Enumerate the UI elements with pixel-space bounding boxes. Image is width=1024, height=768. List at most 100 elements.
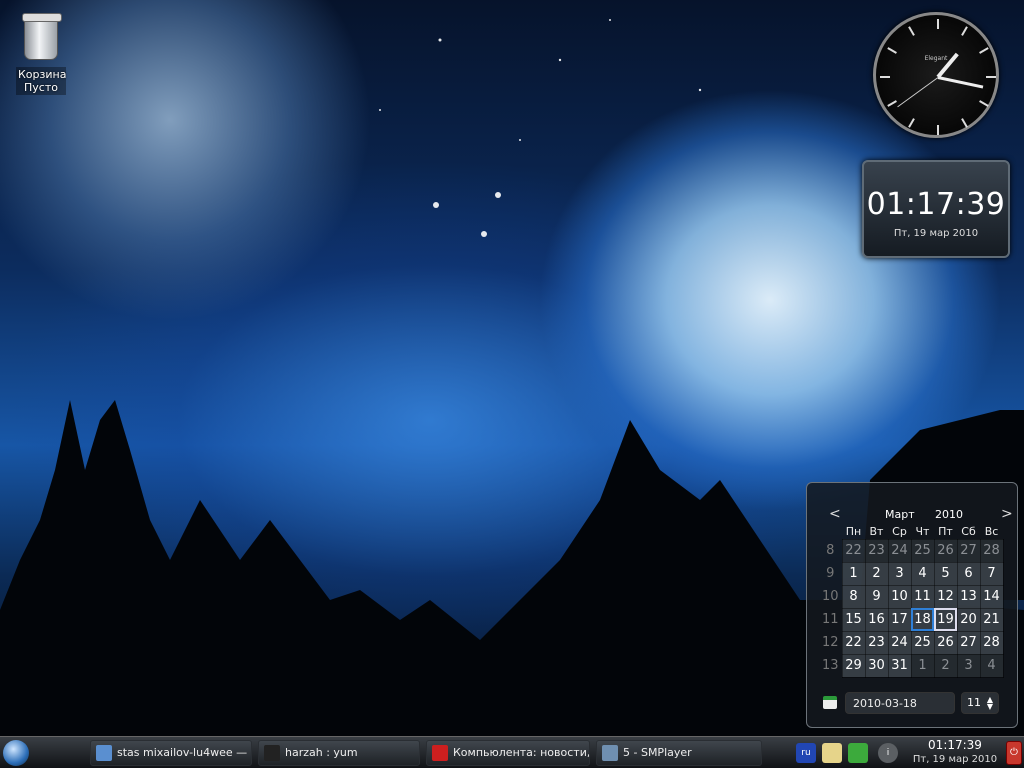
digital-clock-time: 01:17:39	[866, 187, 1006, 222]
calendar-day[interactable]: 23	[864, 630, 889, 655]
shutdown-icon[interactable]: ⏻	[1006, 741, 1022, 765]
calendar-day[interactable]: 24	[887, 538, 912, 563]
update-check-icon[interactable]	[848, 743, 868, 763]
clock-tick	[986, 76, 996, 78]
calendar-grid: Пн Вт Ср Чт Пт Сб Вс 8 22 23 24 25 26 27 28 9 1 2 3 4 5 6 7 10 8…	[819, 525, 1004, 678]
clock-tick	[979, 47, 989, 54]
calendar-day[interactable]: 22	[841, 630, 866, 655]
calendar-day[interactable]: 3	[887, 561, 912, 586]
week-number: 12	[821, 635, 839, 650]
previous-month-button[interactable]: <	[829, 506, 841, 522]
weeknum-header	[819, 525, 842, 539]
trash-label: Корзина Пусто	[16, 67, 67, 95]
calendar-day[interactable]: 26	[933, 630, 958, 655]
spin-arrows-icon[interactable]: ▲ ▼	[987, 696, 993, 711]
calendar-day[interactable]: 13	[956, 584, 981, 609]
taskbar: stas mixailov-lu4wee — Dolphin harzah : y…	[0, 736, 1024, 768]
calendar-day[interactable]: 24	[887, 630, 912, 655]
analog-clock-widget[interactable]: Elegant	[873, 12, 999, 138]
clock-tick	[887, 100, 897, 107]
taskbar-task[interactable]: stas mixailov-lu4wee — Dolphin	[90, 740, 252, 766]
calendar-day[interactable]: 31	[887, 653, 912, 678]
year-label[interactable]: 2010	[935, 508, 963, 521]
clock-brand: Elegant	[924, 55, 948, 62]
kde-menu-button[interactable]	[3, 740, 29, 766]
calendar-day[interactable]: 17	[887, 607, 912, 632]
calendar-day[interactable]: 7	[979, 561, 1004, 586]
keyboard-layout-ru-icon[interactable]: ru	[796, 743, 816, 763]
weekday-header: Вт	[869, 525, 884, 539]
date-field[interactable]	[845, 692, 955, 714]
taskbar-clock-time[interactable]: 01:17:39	[914, 738, 996, 753]
calendar-header: < Март 2010 >	[813, 490, 1013, 530]
calendar-day[interactable]: 11	[910, 584, 935, 609]
calendar-day[interactable]: 21	[979, 607, 1004, 632]
clock-tick	[979, 100, 989, 107]
week-number: 13	[821, 658, 839, 673]
taskbar-task[interactable]: Компьюлента: новости, ж	[426, 740, 590, 766]
task-app-icon	[602, 745, 618, 761]
calendar-day[interactable]: 6	[956, 561, 981, 586]
weekday-header: Пн	[845, 525, 862, 539]
calendar-day[interactable]: 12	[933, 584, 958, 609]
calendar-day[interactable]: 27	[956, 538, 981, 563]
info-icon[interactable]: i	[878, 743, 898, 763]
weekday-header: Чт	[915, 525, 930, 539]
task-app-icon	[432, 745, 448, 761]
calendar-day[interactable]: 9	[864, 584, 889, 609]
calendar-day[interactable]: 16	[864, 607, 889, 632]
calendar-widget[interactable]: < Март 2010 > Пн Вт Ср Чт Пт Сб Вс 8 22 23 24 25 26 2…	[806, 482, 1018, 728]
task-label: stas mixailov-lu4wee — Dolphin	[117, 746, 251, 759]
calendar-day[interactable]: 29	[841, 653, 866, 678]
calendar-day[interactable]: 19	[933, 607, 958, 632]
taskbar-task[interactable]: 5 - SMPlayer	[596, 740, 762, 766]
calendar-day[interactable]: 4	[979, 653, 1004, 678]
calendar-day[interactable]: 8	[841, 584, 866, 609]
calendar-day[interactable]: 2	[933, 653, 958, 678]
week-number-spinbox[interactable]: 11 ▲ ▼	[961, 692, 999, 714]
calendar-day[interactable]: 3	[956, 653, 981, 678]
calendar-day[interactable]: 2	[864, 561, 889, 586]
calendar-day[interactable]: 1	[841, 561, 866, 586]
clock-tick	[961, 118, 968, 128]
clock-tick	[937, 19, 939, 29]
calendar-day[interactable]: 15	[841, 607, 866, 632]
calendar-day[interactable]: 26	[933, 538, 958, 563]
clock-tick	[887, 47, 897, 54]
month-label[interactable]: Март	[885, 508, 915, 521]
week-number-value: 11	[967, 696, 981, 709]
calendar-day[interactable]: 1	[910, 653, 935, 678]
digital-clock-date: Пт, 19 мар 2010	[893, 228, 979, 239]
taskbar-task[interactable]: harzah : yum	[258, 740, 420, 766]
desktop-trash[interactable]: Корзина Пусто	[16, 13, 67, 95]
minute-hand	[937, 76, 984, 89]
calendar-day[interactable]: 27	[956, 630, 981, 655]
calendar-day[interactable]: 23	[864, 538, 889, 563]
calendar-day[interactable]: 25	[910, 630, 935, 655]
taskbar-clock-date[interactable]: Пт, 19 мар 2010	[906, 754, 1004, 765]
trash-icon	[22, 13, 62, 60]
calendar-day[interactable]: 18	[910, 607, 935, 632]
week-number: 9	[826, 566, 835, 581]
next-month-button[interactable]: >	[1001, 506, 1013, 522]
calendar-day[interactable]: 5	[933, 561, 958, 586]
calendar-day[interactable]: 4	[910, 561, 935, 586]
calendar-day[interactable]: 14	[979, 584, 1004, 609]
task-label: harzah : yum	[285, 746, 358, 759]
calendar-day[interactable]: 22	[841, 538, 866, 563]
calendar-day[interactable]: 10	[887, 584, 912, 609]
calendar-day[interactable]: 25	[910, 538, 935, 563]
calendar-day[interactable]: 20	[956, 607, 981, 632]
week-number: 10	[821, 589, 839, 604]
calendar-day[interactable]: 30	[864, 653, 889, 678]
clock-tick	[880, 76, 890, 78]
clock-tick	[937, 125, 939, 135]
clipboard-icon[interactable]	[822, 743, 842, 763]
calendar-day[interactable]: 28	[979, 538, 1004, 563]
weekday-header: Сб	[961, 525, 976, 539]
calendar-day[interactable]: 28	[979, 630, 1004, 655]
weekday-header: Пт	[938, 525, 953, 539]
calendar-icon[interactable]	[823, 696, 837, 709]
digital-clock-widget[interactable]: 01:17:39 Пт, 19 мар 2010	[862, 160, 1010, 258]
task-label: Компьюлента: новости, ж	[453, 746, 590, 759]
